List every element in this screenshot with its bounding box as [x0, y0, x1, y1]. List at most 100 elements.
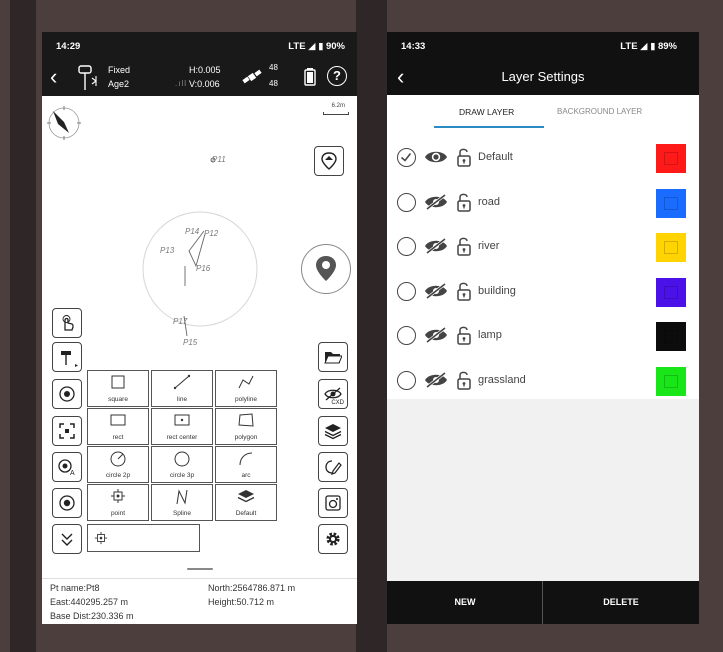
status-bar: 14:29 LTE ◢ ▮ 90% — [42, 32, 357, 60]
radio-icon[interactable] — [397, 237, 416, 257]
swatch-inner — [664, 330, 678, 344]
eye-off-icon[interactable] — [424, 327, 448, 348]
edit-feature-button[interactable] — [318, 452, 348, 482]
draw-circle-2p-button[interactable]: circle 2p — [87, 446, 149, 483]
new-layer-button[interactable]: NEW — [387, 581, 543, 624]
layer-color-swatch[interactable] — [656, 367, 686, 396]
satellite-icon[interactable] — [242, 68, 262, 88]
draw-spline-button[interactable]: Spline — [151, 484, 213, 521]
point-snap-button[interactable] — [87, 524, 200, 552]
swatch-inner — [664, 241, 678, 255]
eye-off-icon[interactable] — [424, 282, 448, 304]
draw-tool-label: rect center — [166, 434, 198, 441]
draw-tool-label: point — [110, 510, 126, 517]
draw-tool-label: polyline — [234, 396, 258, 403]
unlock-icon[interactable] — [456, 281, 472, 306]
layers-button[interactable] — [318, 416, 348, 446]
layer-row[interactable]: road — [387, 182, 699, 226]
delete-layer-button[interactable]: DELETE — [543, 581, 699, 624]
unlock-icon[interactable] — [456, 325, 472, 350]
eye-off-icon[interactable] — [424, 193, 448, 215]
auto-locate-button[interactable]: A — [52, 452, 82, 482]
draw-line-button[interactable]: line — [151, 370, 213, 407]
point-label[interactable]: P14 — [185, 227, 199, 236]
draw-tool-label: rect — [112, 434, 124, 441]
point-label[interactable]: P13 — [160, 246, 174, 255]
center-position-button[interactable] — [52, 488, 82, 518]
layer-row[interactable]: grassland — [387, 360, 699, 404]
page-title: Layer Settings — [501, 69, 585, 84]
unlock-icon[interactable] — [456, 236, 472, 261]
radio-icon[interactable] — [397, 281, 416, 301]
point-label[interactable]: P11 — [212, 155, 226, 164]
point-label[interactable]: P16 — [196, 264, 210, 273]
unlock-icon[interactable] — [456, 147, 472, 172]
drag-handle[interactable] — [187, 568, 213, 570]
draw-rect-center-button[interactable]: rect center — [151, 408, 213, 445]
point-label[interactable]: P15 — [183, 338, 197, 347]
zoom-extent-button[interactable] — [52, 416, 82, 446]
layer-name: river — [478, 240, 500, 253]
layer-name: road — [478, 195, 501, 208]
checked-radio-icon[interactable] — [397, 148, 416, 167]
swatch-inner — [664, 285, 678, 299]
draw-polyline-button[interactable]: polyline — [215, 370, 277, 407]
spline-icon — [152, 488, 212, 508]
layer-row[interactable]: lamp — [387, 315, 699, 359]
draw-rect-button[interactable]: rect — [87, 408, 149, 445]
draw-arc-button[interactable]: arc — [215, 446, 277, 483]
draw-tool-label: arc — [241, 472, 251, 479]
back-arrow-icon[interactable]: ‹ — [50, 66, 57, 88]
survey-point-button[interactable]: ▸ — [52, 342, 82, 372]
open-file-button[interactable] — [318, 342, 348, 372]
draw-polygon-button[interactable]: polygon — [215, 408, 277, 445]
camera-button[interactable] — [318, 488, 348, 518]
collapse-tools-button[interactable] — [52, 524, 82, 554]
layer-color-swatch[interactable] — [656, 233, 686, 263]
settings-button[interactable] — [318, 524, 348, 554]
help-icon[interactable]: ? — [327, 66, 347, 86]
unlock-icon[interactable] — [456, 370, 472, 395]
radio-icon[interactable] — [397, 371, 416, 390]
active-tab-indicator — [434, 126, 544, 128]
tab-background-layer[interactable]: BACKGROUND LAYER — [557, 107, 642, 116]
eye-off-icon[interactable] — [424, 371, 448, 393]
gnss-status-panel: ‹ Fixed Age2 .ıll H:0.005 V:0.006 48 48 … — [42, 60, 357, 96]
battery-icon[interactable] — [304, 68, 316, 88]
status-network: LTE ◢ ▮ 89% — [620, 41, 677, 52]
satellite-count-used: 48 — [269, 63, 278, 72]
map-canvas[interactable]: 6.2m P11 P14 P12 P13 P16 P17 P15 ▸ A CXD… — [42, 96, 357, 578]
radio-icon[interactable] — [397, 192, 416, 212]
touch-select-button[interactable] — [52, 308, 82, 338]
unlock-icon[interactable] — [456, 192, 472, 217]
draw-square-button[interactable]: square — [87, 370, 149, 407]
layer-color-swatch[interactable] — [656, 322, 686, 352]
record-target-button[interactable] — [52, 379, 82, 409]
draw-circle-3p-button[interactable]: circle 3p — [151, 446, 213, 483]
status-time: 14:29 — [56, 41, 81, 52]
layer-color-swatch[interactable] — [656, 144, 686, 173]
rover-antenna-icon[interactable] — [77, 64, 103, 94]
eye-off-icon[interactable] — [424, 238, 448, 259]
layers-icon — [216, 488, 276, 508]
point-label[interactable]: P17 — [173, 317, 187, 326]
layer-row[interactable]: Default — [387, 137, 699, 181]
polygon-icon — [216, 412, 276, 432]
layer-color-swatch[interactable] — [656, 277, 686, 307]
circle-2p-icon — [88, 450, 148, 470]
layer-color-swatch[interactable] — [656, 188, 686, 218]
layer-row[interactable]: river — [387, 226, 699, 270]
draw-point-button[interactable]: point — [87, 484, 149, 521]
solution-status: Fixed — [108, 65, 131, 75]
v-precision: V:0.006 — [189, 79, 220, 89]
circle-3p-icon — [152, 450, 212, 470]
draw-layer-button[interactable]: Default — [215, 484, 277, 521]
tab-draw-layer[interactable]: DRAW LAYER — [459, 107, 514, 117]
hide-cad-button[interactable]: CXD — [318, 379, 348, 409]
eye-icon[interactable] — [424, 149, 448, 170]
point-label[interactable]: P12 — [204, 229, 218, 238]
layer-row[interactable]: building — [387, 271, 699, 315]
radio-icon[interactable] — [397, 326, 416, 346]
my-location-button[interactable] — [301, 244, 351, 294]
stakeout-pin-button[interactable] — [314, 146, 344, 176]
